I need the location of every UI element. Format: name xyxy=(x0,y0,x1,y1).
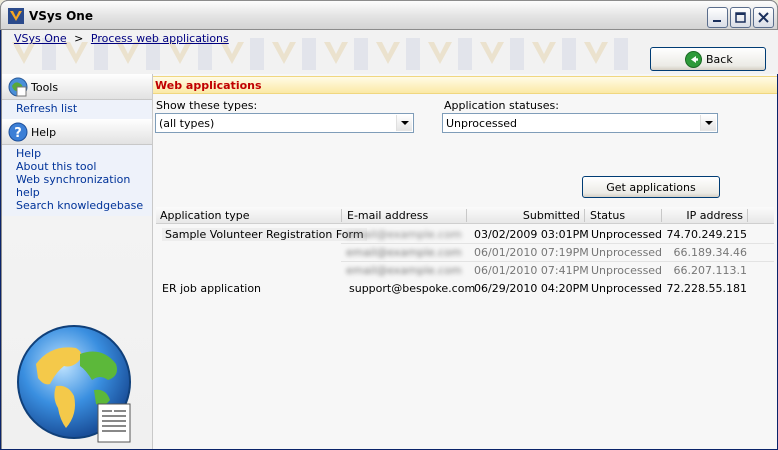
sidebar-item-web-sync-help[interactable]: Web synchronization help xyxy=(16,173,152,199)
cell-submitted: 06/01/2010 07:19PM xyxy=(474,246,589,259)
cell-type: ER job application xyxy=(162,282,262,295)
content-header: Web applications xyxy=(153,76,777,94)
back-arrow-icon xyxy=(685,51,702,68)
breadcrumb-root-link[interactable]: VSys One xyxy=(14,32,67,45)
column-divider[interactable] xyxy=(341,209,342,222)
app-logo-icon xyxy=(8,8,24,24)
back-button[interactable]: Back xyxy=(650,47,766,71)
table-row[interactable]: ER job application support@bespoke.com 0… xyxy=(156,279,774,297)
column-divider[interactable] xyxy=(661,209,662,222)
close-button[interactable] xyxy=(753,7,774,28)
statuses-select[interactable]: Unprocessed xyxy=(442,113,718,133)
title-bar[interactable]: VSys One xyxy=(0,0,778,30)
types-select[interactable]: (all types) xyxy=(155,113,414,133)
header-band: VSys One > Process web applications Back xyxy=(2,30,778,74)
cell-submitted: 06/29/2010 04:20PM xyxy=(474,282,589,295)
cell-status: Unprocessed xyxy=(591,246,663,259)
maximize-button[interactable] xyxy=(730,7,751,28)
cell-email: support@bespoke.com xyxy=(349,282,476,295)
column-header-email[interactable]: E-mail address xyxy=(347,209,428,222)
cell-ip: 74.70.249.215 xyxy=(666,228,747,241)
help-icon: ? xyxy=(8,122,28,142)
column-header-status[interactable]: Status xyxy=(590,209,625,222)
statuses-select-value: Unprocessed xyxy=(446,117,518,130)
sidebar-help-section: Help About this tool Web synchronization… xyxy=(2,145,152,216)
cell-ip: 66.207.113.1 xyxy=(673,264,747,277)
sidebar-tools-section: Refresh list xyxy=(2,100,152,119)
cell-ip: 72.228.55.181 xyxy=(666,282,747,295)
table-row[interactable]: email@example.com 06/01/2010 07:41PM Unp… xyxy=(156,261,774,279)
column-header-ip[interactable]: IP address xyxy=(666,209,743,222)
column-divider[interactable] xyxy=(747,209,748,222)
sidebar-help-title: Help xyxy=(31,126,57,139)
cell-email-redacted: email@example.com xyxy=(346,246,462,259)
breadcrumb-current-link[interactable]: Process web applications xyxy=(91,32,229,45)
client-area: VSys One > Process web applications Back xyxy=(1,30,778,449)
cell-email-redacted: email@example.com xyxy=(346,228,462,241)
sidebar-item-search-kb[interactable]: Search knowledgebase xyxy=(16,199,152,212)
get-applications-button[interactable]: Get applications xyxy=(582,176,720,198)
minimize-button[interactable] xyxy=(707,7,728,28)
app-window: VSys One VSys One > Process web applicat… xyxy=(0,0,778,450)
column-divider[interactable] xyxy=(584,209,585,222)
back-button-label: Back xyxy=(706,53,733,66)
column-header-submitted[interactable]: Submitted xyxy=(474,209,580,222)
sidebar-tools-title: Tools xyxy=(31,81,59,94)
cell-submitted: 03/02/2009 03:01PM xyxy=(474,228,589,241)
cell-type: Sample Volunteer Registration Form xyxy=(162,228,367,241)
page-title: Web applications xyxy=(155,79,262,92)
globe-document-icon xyxy=(17,325,131,443)
breadcrumb-separator: > xyxy=(74,32,84,45)
svg-text:?: ? xyxy=(14,126,22,141)
sidebar-help-header[interactable]: ? Help xyxy=(2,119,152,145)
table-row[interactable]: email@example.com 06/01/2010 07:19PM Unp… xyxy=(156,243,774,261)
get-applications-label: Get applications xyxy=(606,181,696,194)
sidebar-item-refresh-list[interactable]: Refresh list xyxy=(16,102,152,115)
chevron-down-icon[interactable] xyxy=(700,115,716,131)
cell-email-redacted: email@example.com xyxy=(346,264,462,277)
breadcrumb: VSys One > Process web applications xyxy=(14,32,229,45)
applications-grid[interactable]: Application type E-mail address Submitte… xyxy=(156,207,774,447)
cell-status: Unprocessed xyxy=(591,264,663,277)
window-title: VSys One xyxy=(29,9,93,23)
cell-status: Unprocessed xyxy=(591,228,663,241)
grid-header: Application type E-mail address Submitte… xyxy=(156,207,774,224)
tools-icon xyxy=(8,77,28,97)
chevron-down-icon[interactable] xyxy=(396,115,412,131)
sidebar-tools-header[interactable]: Tools xyxy=(2,74,152,100)
table-row[interactable]: Sample Volunteer Registration Form email… xyxy=(156,225,774,243)
column-divider[interactable] xyxy=(466,209,467,222)
sidebar-item-help[interactable]: Help xyxy=(16,147,152,160)
cell-submitted: 06/01/2010 07:41PM xyxy=(474,264,589,277)
cell-status: Unprocessed xyxy=(591,282,663,295)
column-header-type[interactable]: Application type xyxy=(160,209,250,222)
main-content: Web applications Show these types: (all … xyxy=(153,74,777,449)
sidebar-item-about[interactable]: About this tool xyxy=(16,160,152,173)
sidebar: Tools Refresh list ? Help Help About thi… xyxy=(2,74,153,449)
statuses-label: Application statuses: xyxy=(444,99,559,112)
types-select-value: (all types) xyxy=(159,117,215,130)
cell-ip: 66.189.34.46 xyxy=(673,246,747,259)
types-label: Show these types: xyxy=(156,99,258,112)
